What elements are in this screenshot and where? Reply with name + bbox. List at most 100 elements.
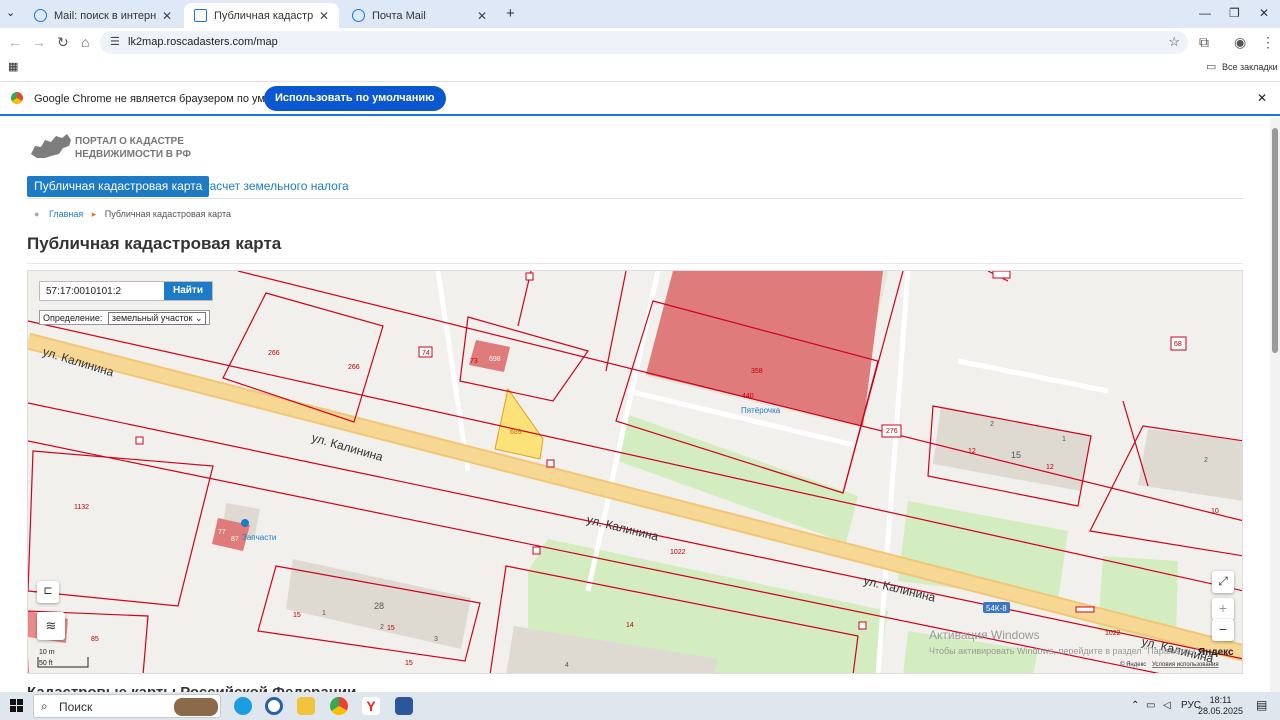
close-icon[interactable]: ✕	[477, 9, 487, 23]
parcel-label: 28	[374, 601, 384, 611]
tab-list-chevron-icon[interactable]: ⌄	[6, 6, 15, 19]
close-icon[interactable]: ✕	[319, 9, 329, 23]
parcel-label: 14	[626, 622, 634, 629]
poi-pin-icon	[241, 519, 249, 527]
terms-link: Условия использования	[1152, 662, 1219, 668]
mail-icon	[352, 9, 365, 22]
logo-line-2: НЕДВИЖИМОСТИ В РФ	[75, 149, 191, 160]
parcel-label: 1022	[1105, 630, 1121, 637]
yandex-browser-icon[interactable]: Y	[362, 697, 380, 715]
window-close-icon[interactable]: ✕	[1259, 6, 1269, 20]
tab-pochta-mail[interactable]: Почта Mail ✕	[342, 3, 497, 28]
close-icon[interactable]: ✕	[162, 9, 172, 23]
close-icon[interactable]: ✕	[1257, 91, 1267, 105]
layers-button[interactable]: ≋	[37, 612, 65, 640]
taskbar-search-label: Поиск	[59, 700, 93, 714]
nav-tab-cadastral-map[interactable]: Публичная кадастровая карта	[27, 176, 210, 197]
restore-icon[interactable]: ❐	[1229, 6, 1240, 20]
scale-50ft: 50 ft	[39, 660, 53, 667]
tab-cadastral-map[interactable]: Публичная кадастровая карта ✕	[184, 3, 339, 28]
chrome-icon	[11, 92, 23, 104]
search-input[interactable]: 57:17:0010101:2	[46, 286, 121, 297]
chrome-icon[interactable]	[330, 697, 348, 715]
parcel-label: 1	[1062, 436, 1066, 443]
set-default-button[interactable]: Использовать по умолчанию	[264, 86, 446, 111]
home-icon[interactable]: ⌂	[81, 34, 89, 50]
map-canvas[interactable]: ул. Калинина ул. Калинина ул. Калинина у…	[28, 271, 1243, 674]
russia-map-logo-icon	[31, 134, 71, 158]
speaker-icon[interactable]: ◁	[1163, 700, 1171, 711]
portal-logo-text[interactable]: ПОРТАЛ О КАДАСТРЕ НЕДВИЖИМОСТИ В РФ	[75, 135, 191, 161]
extensions-icon[interactable]: ⧉	[1199, 34, 1209, 51]
breadcrumb-separator-icon: ▸	[91, 209, 97, 219]
fullscreen-button[interactable]: ⤢	[1212, 571, 1234, 593]
zoom-out-button[interactable]: −	[1212, 619, 1234, 641]
cadastral-search: 57:17:0010101:2 Найти	[39, 281, 213, 301]
clock[interactable]: 18:11 28.05.2025	[1198, 695, 1243, 717]
building	[1138, 429, 1242, 501]
parcel-label: 68	[1174, 341, 1182, 348]
word-icon[interactable]	[395, 697, 413, 715]
parcel-label: 12	[1046, 464, 1054, 471]
page-title: Публичная кадастровая карта	[27, 234, 282, 253]
parcel-label: 15	[405, 660, 413, 667]
apps-icon[interactable]: ▦	[8, 60, 18, 73]
parcel-label: 1	[322, 610, 326, 617]
cadastral-map[interactable]: ул. Калинина ул. Калинина ул. Калинина у…	[27, 270, 1243, 674]
notifications-icon[interactable]: ▤	[1256, 698, 1267, 712]
file-explorer-icon[interactable]	[297, 697, 315, 715]
find-button[interactable]: Найти	[164, 282, 212, 300]
forward-icon[interactable]: →	[32, 34, 46, 50]
parcel-label: 15	[387, 625, 395, 632]
parcel-label: 266	[348, 364, 360, 371]
windows-taskbar: ⌕ Поиск Y ⌃ ▭ ◁ РУС 18:11 28.05.2025 ▤	[0, 692, 1280, 720]
nav-tab-land-tax[interactable]: Расчет земельного налога	[202, 179, 349, 193]
windows-start-icon[interactable]	[10, 699, 23, 712]
parcel-label: 698	[489, 356, 501, 363]
tab-mail-search[interactable]: Mail: поиск в интернете ✕	[24, 3, 182, 28]
parcel-label: 15	[293, 612, 301, 619]
star-icon[interactable]: ☆	[1168, 34, 1180, 50]
map-icon	[194, 9, 207, 22]
tab-strip: ⌄ Mail: поиск в интернете ✕ Публичная ка…	[0, 0, 1280, 28]
otter-illustration-icon	[174, 698, 218, 716]
chevron-up-icon[interactable]: ⌃	[1131, 700, 1139, 711]
parcel-label: 276	[886, 428, 898, 435]
tab-label: Публичная кадастровая карта	[214, 9, 313, 22]
selected-parcel-689	[494, 387, 544, 460]
cortana-icon[interactable]	[265, 697, 283, 715]
parcel-label: 4	[565, 662, 569, 669]
scrollbar-thumb[interactable]	[1272, 128, 1278, 353]
site-info-icon[interactable]: ☰	[110, 35, 120, 48]
address-bar[interactable]: ☰ lk2map.roscadasters.com/map ☆	[100, 31, 1188, 54]
ruler-button[interactable]: ⊏	[37, 581, 59, 603]
edge-icon[interactable]	[234, 697, 252, 715]
search-icon: ⌕	[41, 699, 48, 713]
default-browser-infobar: Google Chrome не является браузером по у…	[0, 81, 1280, 116]
breadcrumb-home[interactable]: Главная	[49, 209, 83, 219]
breadcrumb: ● Главная ▸ Публичная кадастровая карта	[34, 209, 231, 220]
taskbar-search[interactable]: ⌕ Поиск	[33, 694, 221, 718]
menu-icon[interactable]: ⋮	[1261, 34, 1275, 51]
parcel-label: 12	[968, 448, 976, 455]
parcel-label: 1132	[74, 504, 89, 511]
new-tab-button[interactable]: +	[506, 5, 515, 22]
reload-icon[interactable]: ↻	[57, 34, 69, 51]
scale-10m: 10 m	[39, 649, 55, 656]
all-bookmarks-label[interactable]: Все закладки	[1222, 62, 1278, 72]
bookmarks-bar: ▦ ▭ Все закладки	[0, 56, 1280, 80]
back-icon[interactable]: ←	[8, 34, 22, 50]
tab-label: Почта Mail	[372, 9, 426, 22]
parcel-label: 266	[268, 350, 280, 357]
url-text: lk2map.roscadasters.com/map	[128, 36, 278, 48]
profile-icon[interactable]: ◉	[1234, 34, 1246, 51]
nav-divider	[27, 198, 1243, 199]
page-scrollbar[interactable]	[1270, 118, 1280, 692]
minimize-icon[interactable]: —	[1199, 6, 1211, 20]
network-icon[interactable]: ▭	[1146, 700, 1155, 711]
zoom-in-button[interactable]: +	[1212, 598, 1234, 620]
windows-watermark-sub: Чтобы активировать Windows, перейдите в …	[929, 646, 1201, 656]
definition-select[interactable]: земельный участок ⌄	[107, 312, 207, 325]
road-badge: 54К-8	[986, 604, 1007, 613]
definition-row: Определение: земельный участок ⌄	[39, 310, 211, 325]
